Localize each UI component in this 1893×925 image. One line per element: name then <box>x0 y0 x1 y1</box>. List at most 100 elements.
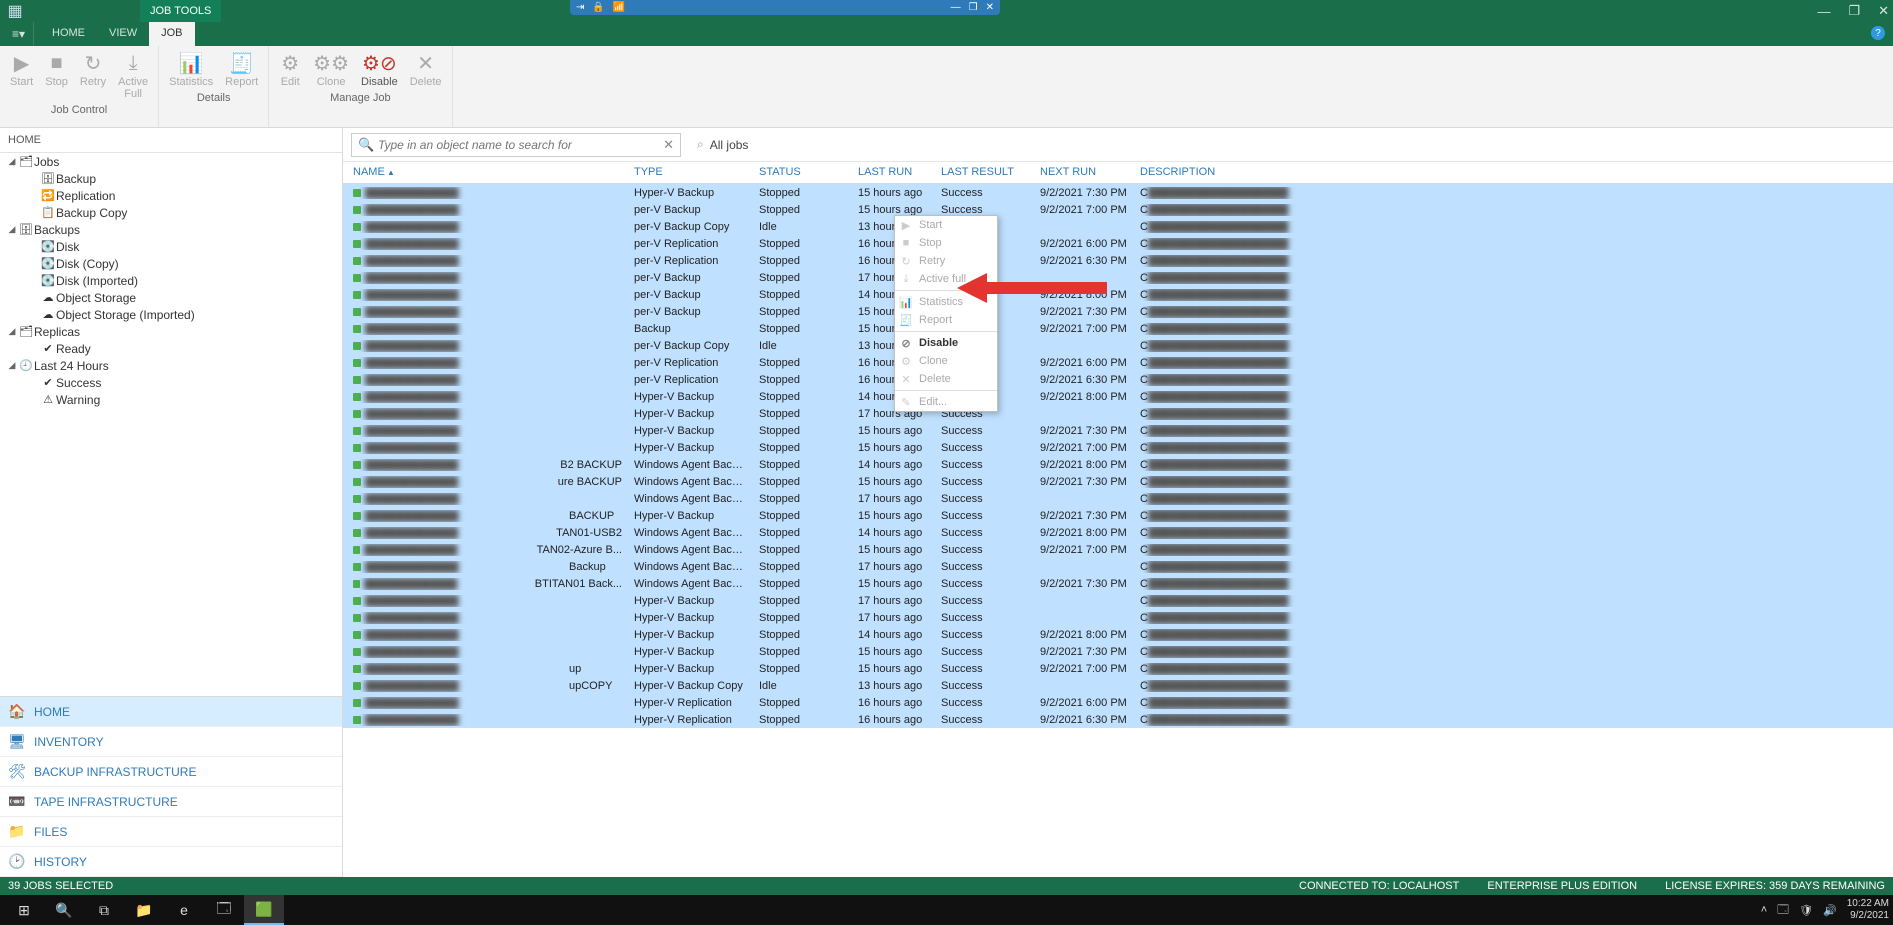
table-row[interactable]: ████████████Hyper-V BackupStopped17 hour… <box>343 592 1893 609</box>
window-maximize-icon[interactable]: ❐ <box>1848 3 1860 19</box>
remote-session-bar[interactable]: ⇥ 🔒 📶 — ❐ ✕ <box>570 0 1000 15</box>
remote-minimize-icon[interactable]: — <box>951 2 961 13</box>
tray-overflow-icon[interactable]: ˄ <box>1761 904 1767 916</box>
table-row[interactable]: ████████████BackupStopped15 hours agoSuc… <box>343 320 1893 337</box>
tree-node-object-storage[interactable]: ☁Object Storage <box>0 289 342 306</box>
taskbar-button-6[interactable]: 🟩 <box>244 895 284 925</box>
col-result[interactable]: LAST RESULT <box>935 162 1034 183</box>
table-row[interactable]: ████████████per-V Backup CopyIdle13 hour… <box>343 218 1893 235</box>
taskbar-button-5[interactable]: 🗔 <box>204 895 244 925</box>
table-row[interactable]: ████████████per-V BackupStopped15 hours … <box>343 201 1893 218</box>
table-row[interactable]: ████████████per-V ReplicationStopped16 h… <box>343 235 1893 252</box>
col-name[interactable]: NAME <box>343 162 628 183</box>
ribbon-start-button: ▶Start <box>4 48 39 102</box>
context-tab-jobtools[interactable]: JOB TOOLS <box>140 0 221 22</box>
pin-icon[interactable]: ⇥ <box>576 2 584 13</box>
table-row[interactable]: ████████████Windows Agent BackupStopped1… <box>343 490 1893 507</box>
ctx-disable[interactable]: ⊘Disable <box>895 334 997 352</box>
nav-tape-infra[interactable]: 📼TAPE INFRASTRUCTURE <box>0 787 342 817</box>
menu-tab-home[interactable]: HOME <box>40 22 97 46</box>
tray-security-icon[interactable]: 🛡 <box>1799 904 1813 917</box>
window-minimize-icon[interactable]: — <box>1817 4 1830 19</box>
table-row[interactable]: ████████████Hyper-V BackupStopped17 hour… <box>343 405 1893 422</box>
table-row[interactable]: ████████████Hyper-V ReplicationStopped16… <box>343 711 1893 728</box>
table-row[interactable]: ████████████per-V BackupStopped17 hours … <box>343 269 1893 286</box>
window-close-icon[interactable]: ✕ <box>1878 3 1889 19</box>
tree-node-disk-imported-[interactable]: 💽Disk (Imported) <box>0 272 342 289</box>
help-icon[interactable]: ? <box>1871 26 1885 40</box>
nav-home[interactable]: 🏠HOME <box>0 697 342 727</box>
table-row[interactable]: ████████████BACKUPHyper-V BackupStopped1… <box>343 507 1893 524</box>
search-box[interactable]: 🔍 ✕ <box>351 133 681 157</box>
table-row[interactable]: ████████████per-V ReplicationStopped16 h… <box>343 371 1893 388</box>
status-dot-icon <box>353 240 361 248</box>
context-menu[interactable]: ▶Start■Stop↻Retry⤓Active full📊Statistics… <box>894 215 998 412</box>
table-row[interactable]: ████████████Hyper-V BackupStopped15 hour… <box>343 643 1893 660</box>
table-row[interactable]: ████████████per-V BackupStopped14 hours … <box>343 286 1893 303</box>
status-dot-icon <box>353 274 361 282</box>
table-row[interactable]: ████████████Hyper-V BackupStopped14 hour… <box>343 626 1893 643</box>
remote-restore-icon[interactable]: ❐ <box>969 2 978 13</box>
table-row[interactable]: ████████████BTITAN01 Back...Windows Agen… <box>343 575 1893 592</box>
filter-alljobs[interactable]: ⌕ All jobs <box>697 137 748 152</box>
table-row[interactable]: ████████████Hyper-V BackupStopped14 hour… <box>343 388 1893 405</box>
table-row[interactable]: ████████████TAN02-Azure B...Windows Agen… <box>343 541 1893 558</box>
tree-node-jobs[interactable]: ◢🗂Jobs <box>0 153 342 170</box>
clear-search-icon[interactable]: ✕ <box>663 137 674 153</box>
table-row[interactable]: ████████████per-V ReplicationStopped16 h… <box>343 354 1893 371</box>
tree-node-ready[interactable]: ✔Ready <box>0 340 342 357</box>
tree-node-disk[interactable]: 💽Disk <box>0 238 342 255</box>
nav-backup-infra[interactable]: 🛠BACKUP INFRASTRUCTURE <box>0 757 342 787</box>
signal-icon[interactable]: 📶 <box>613 2 625 13</box>
grid-header[interactable]: NAME TYPE STATUS LAST RUN LAST RESULT NE… <box>343 162 1893 184</box>
tree-node-replication[interactable]: 🔁Replication <box>0 187 342 204</box>
tree-node-backup[interactable]: 🗄Backup <box>0 170 342 187</box>
table-row[interactable]: ████████████per-V BackupStopped15 hours … <box>343 303 1893 320</box>
taskbar-button-4[interactable]: e <box>164 895 204 925</box>
table-row[interactable]: ████████████Hyper-V BackupStopped15 hour… <box>343 422 1893 439</box>
tray-volume-icon[interactable]: 🔊 <box>1823 904 1837 917</box>
tree-node-warning[interactable]: ⚠Warning <box>0 391 342 408</box>
table-row[interactable]: ████████████Hyper-V BackupStopped15 hour… <box>343 184 1893 201</box>
table-row[interactable]: ████████████ure BACKUPWindows Agent Back… <box>343 473 1893 490</box>
app-menu-button[interactable]: ≡▾ <box>4 22 34 46</box>
menu-tab-view[interactable]: VIEW <box>97 22 149 46</box>
table-row[interactable]: ████████████B2 BACKUPWindows Agent Backu… <box>343 456 1893 473</box>
col-type[interactable]: TYPE <box>628 162 753 183</box>
tree-node-replicas[interactable]: ◢🗂Replicas <box>0 323 342 340</box>
menu-tab-job[interactable]: JOB <box>149 22 194 46</box>
remote-close-icon[interactable]: ✕ <box>986 2 994 13</box>
tree-node-backup-copy[interactable]: 📋Backup Copy <box>0 204 342 221</box>
windows-taskbar[interactable]: ⊞🔍⧉📁e🗔🟩 ˄ 🗔 🛡 🔊 10:22 AM 9/2/2021 <box>0 895 1893 925</box>
nav-files[interactable]: 📁FILES <box>0 817 342 847</box>
taskbar-button-2[interactable]: ⧉ <box>84 895 124 925</box>
col-last[interactable]: LAST RUN <box>852 162 935 183</box>
nav-history[interactable]: 🕑HISTORY <box>0 847 342 877</box>
table-row[interactable]: ████████████BackupWindows Agent BackupSt… <box>343 558 1893 575</box>
table-row[interactable]: ████████████upCOPYHyper-V Backup CopyIdl… <box>343 677 1893 694</box>
nav-inventory[interactable]: 🖥INVENTORY <box>0 727 342 757</box>
taskbar-button-3[interactable]: 📁 <box>124 895 164 925</box>
tree-node-object-storage-imported-[interactable]: ☁Object Storage (Imported) <box>0 306 342 323</box>
taskbar-button-1[interactable]: 🔍 <box>44 895 84 925</box>
table-row[interactable]: ████████████per-V Backup CopyIdle13 hour… <box>343 337 1893 354</box>
table-row[interactable]: ████████████per-V ReplicationStopped16 h… <box>343 252 1893 269</box>
tree-node-backups[interactable]: ◢🗄Backups <box>0 221 342 238</box>
table-row[interactable]: ████████████TAN01-USB2Windows Agent Back… <box>343 524 1893 541</box>
table-row[interactable]: ████████████Hyper-V BackupStopped17 hour… <box>343 609 1893 626</box>
search-input[interactable] <box>378 138 656 152</box>
col-status[interactable]: STATUS <box>753 162 852 183</box>
table-row[interactable]: ████████████Hyper-V ReplicationStopped16… <box>343 694 1893 711</box>
taskbar-button-0[interactable]: ⊞ <box>4 895 44 925</box>
lock-icon[interactable]: 🔒 <box>592 2 604 13</box>
table-row[interactable]: ████████████Hyper-V BackupStopped15 hour… <box>343 439 1893 456</box>
tree-node-last-24-hours[interactable]: ◢🕘Last 24 Hours <box>0 357 342 374</box>
table-row[interactable]: ████████████upHyper-V BackupStopped15 ho… <box>343 660 1893 677</box>
tray-action-icon[interactable]: 🗔 <box>1777 901 1789 920</box>
ribbon-disable-button[interactable]: ⚙⊘Disable <box>355 48 404 90</box>
tree-node-disk-copy-[interactable]: 💽Disk (Copy) <box>0 255 342 272</box>
taskbar-clock[interactable]: 10:22 AM 9/2/2021 <box>1847 898 1889 922</box>
col-next[interactable]: NEXT RUN <box>1034 162 1134 183</box>
tree-node-success[interactable]: ✔Success <box>0 374 342 391</box>
col-desc[interactable]: DESCRIPTION <box>1134 162 1893 183</box>
